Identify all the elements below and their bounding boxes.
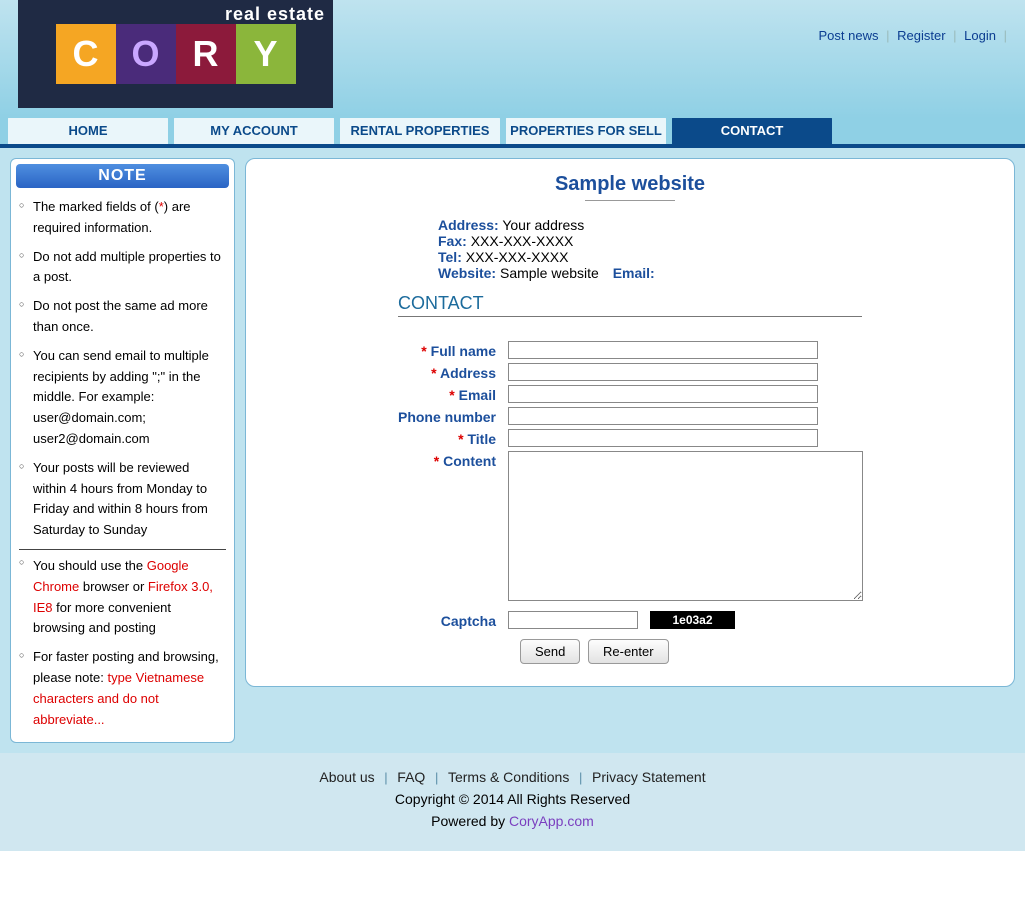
separator: |	[886, 28, 889, 43]
footer-terms[interactable]: Terms & Conditions	[448, 769, 569, 785]
send-button[interactable]: Send	[520, 639, 580, 664]
logo[interactable]: real estate C O R Y	[18, 0, 333, 108]
section-heading: CONTACT	[398, 293, 862, 317]
footer-coryapp-link[interactable]: CoryApp.com	[509, 813, 594, 829]
nav-contact[interactable]: CONTACT	[672, 117, 832, 144]
footer-faq[interactable]: FAQ	[397, 769, 425, 785]
address-input[interactable]	[508, 363, 818, 381]
fullname-input[interactable]	[508, 341, 818, 359]
logo-letter-r: R	[176, 24, 236, 84]
page-title: Sample website	[268, 173, 992, 196]
sidebar-list: The marked fields of (*) are required in…	[11, 193, 234, 734]
nav-rental[interactable]: RENTAL PROPERTIES	[340, 117, 500, 144]
footer-copyright: Copyright © 2014 All Rights Reserved	[0, 791, 1025, 807]
content-textarea[interactable]	[508, 451, 863, 601]
note-item: The marked fields of (*) are required in…	[19, 193, 226, 243]
title-label: Title	[467, 431, 496, 447]
title-input[interactable]	[508, 429, 818, 447]
captcha-label: Captcha	[441, 613, 496, 629]
email-label: Email	[459, 387, 496, 403]
footer-links: About us | FAQ | Terms & Conditions | Pr…	[0, 769, 1025, 785]
logo-tagline: real estate	[225, 4, 325, 25]
captcha-input[interactable]	[508, 611, 638, 629]
address-value: Your address	[502, 217, 584, 233]
fullname-label: Full name	[431, 343, 496, 359]
footer: About us | FAQ | Terms & Conditions | Pr…	[0, 753, 1025, 851]
tel-value: XXX-XXX-XXXX	[466, 249, 569, 265]
footer-about[interactable]: About us	[319, 769, 374, 785]
contact-form: * Full name * Address * Email Phone numb…	[308, 341, 992, 664]
phone-label: Phone number	[398, 409, 496, 425]
note-item: For faster posting and browsing, please …	[19, 643, 226, 734]
nav-home[interactable]: HOME	[8, 117, 168, 144]
reenter-button[interactable]: Re-enter	[588, 639, 669, 664]
page-wrap: real estate C O R Y Post news | Register…	[0, 0, 1025, 851]
header: real estate C O R Y Post news | Register…	[0, 0, 1025, 118]
main-area: NOTE The marked fields of (*) are requir…	[0, 148, 1025, 753]
captcha-image: 1e03a2	[650, 611, 735, 629]
note-item: You should use the Google Chrome browser…	[19, 549, 226, 643]
address-label: Address	[440, 365, 496, 381]
sidebar-title: NOTE	[16, 164, 229, 188]
nav-sell[interactable]: PROPERTIES FOR SELL	[506, 117, 666, 144]
phone-input[interactable]	[508, 407, 818, 425]
separator: |	[1004, 28, 1007, 43]
sidebar-note: NOTE The marked fields of (*) are requir…	[10, 158, 235, 743]
note-item: Do not post the same ad more than once.	[19, 292, 226, 342]
title-underline	[585, 200, 675, 201]
top-links: Post news | Register | Login |	[814, 28, 1007, 43]
footer-powered: Powered by CoryApp.com	[0, 813, 1025, 829]
fax-value: XXX-XXX-XXXX	[471, 233, 574, 249]
fax-label: Fax:	[438, 233, 467, 249]
company-info: Address: Your address Fax: XXX-XXX-XXXX …	[438, 217, 992, 281]
logo-letter-c: C	[56, 24, 116, 84]
website-label: Website:	[438, 265, 496, 281]
content-panel: Sample website Address: Your address Fax…	[245, 158, 1015, 687]
content-label: Content	[443, 453, 496, 469]
post-news-link[interactable]: Post news	[818, 28, 878, 43]
note-item: You can send email to multiple recipient…	[19, 342, 226, 454]
main-nav: HOME MY ACCOUNT RENTAL PROPERTIES PROPER…	[0, 118, 1025, 148]
separator: |	[953, 28, 956, 43]
logo-letter-o: O	[116, 24, 176, 84]
address-label: Address:	[438, 217, 499, 233]
tel-label: Tel:	[438, 249, 462, 265]
logo-letters: C O R Y	[56, 24, 296, 84]
form-buttons: Send Re-enter	[520, 639, 992, 664]
logo-letter-y: Y	[236, 24, 296, 84]
email-input[interactable]	[508, 385, 818, 403]
footer-privacy[interactable]: Privacy Statement	[592, 769, 706, 785]
note-item: Your posts will be reviewed within 4 hou…	[19, 454, 226, 545]
website-value: Sample website	[500, 265, 599, 281]
email-link[interactable]: Email:	[613, 265, 655, 281]
note-item: Do not add multiple properties to a post…	[19, 243, 226, 293]
nav-my-account[interactable]: MY ACCOUNT	[174, 117, 334, 144]
login-link[interactable]: Login	[964, 28, 996, 43]
register-link[interactable]: Register	[897, 28, 945, 43]
